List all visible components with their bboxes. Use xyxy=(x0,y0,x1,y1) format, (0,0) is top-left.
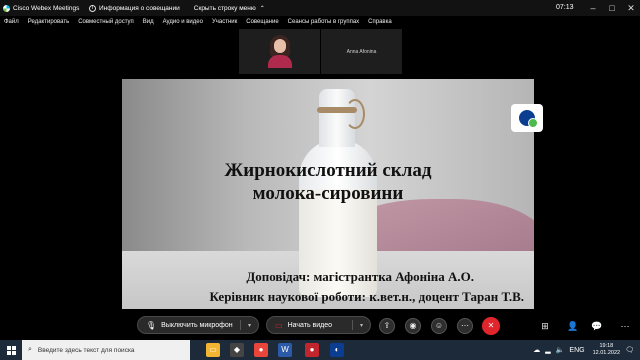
participant-video-tile[interactable] xyxy=(239,29,320,74)
participant-video xyxy=(268,35,292,68)
weather-icon[interactable]: ☁ xyxy=(533,346,540,354)
taskbar-time: 19:18 xyxy=(599,343,614,349)
mute-label: Выключить микрофон xyxy=(161,321,233,329)
file-explorer-icon[interactable]: ▭ xyxy=(206,343,220,357)
webex-logo-icon xyxy=(3,4,10,12)
app-icon-red[interactable]: ● xyxy=(305,343,319,357)
meeting-controls: 🎙 Выключить микрофон ▾ ▭ Начать видео ▾ … xyxy=(0,311,640,339)
record-icon[interactable]: ◉ xyxy=(405,318,421,334)
chrome-icon[interactable]: ● xyxy=(254,343,268,357)
camera-icon: ▭ xyxy=(275,320,283,330)
word-icon[interactable]: W xyxy=(278,343,292,357)
menu-help[interactable]: Справка xyxy=(368,19,392,25)
apps-icon[interactable]: ⊞ xyxy=(538,319,552,333)
reactions-icon[interactable]: ☺ xyxy=(431,318,447,334)
slide-title: Жирнокислотний склад молока-сировини xyxy=(122,159,534,205)
menu-share[interactable]: Совместный доступ xyxy=(78,19,134,25)
slide-supervisor: Керівник наукової роботи: к.вет.н., доце… xyxy=(209,289,525,304)
menu-breakout[interactable]: Сеансы работы в группах xyxy=(288,19,360,25)
menu-view[interactable]: Вид xyxy=(143,19,154,25)
network-icon[interactable]: ▂ xyxy=(545,346,550,354)
slide-title-line1: Жирнокислотний склад xyxy=(224,160,432,181)
volume-icon[interactable]: 🔈 xyxy=(556,346,565,354)
menu-bar: Файл Редактировать Совместный доступ Вид… xyxy=(0,16,640,28)
notifications-icon[interactable]: 🗨 xyxy=(625,346,634,354)
menu-edit[interactable]: Редактировать xyxy=(28,19,69,25)
taskbar-clock[interactable]: 19:18 12.01.2022 xyxy=(593,343,621,357)
chevron-down-icon[interactable]: ▾ xyxy=(360,322,363,329)
app-icon[interactable]: ◆ xyxy=(230,343,244,357)
hide-menu-label: Скрыть строку меню xyxy=(193,4,256,12)
menu-file[interactable]: Файл xyxy=(4,19,19,25)
participant-tile-anna[interactable]: Anna Afonina xyxy=(321,29,402,74)
share-icon[interactable]: ⇪ xyxy=(379,318,395,334)
start-video-button[interactable]: ▭ Начать видео ▾ xyxy=(266,316,371,334)
maximize-icon[interactable]: □ xyxy=(605,1,619,15)
microphone-icon: 🎙 xyxy=(146,320,157,330)
participant-name: Anna Afonina xyxy=(346,48,377,55)
mute-button[interactable]: 🎙 Выключить микрофон ▾ xyxy=(137,316,259,334)
meeting-clock: 07:13 xyxy=(556,4,574,11)
video-label: Начать видео xyxy=(287,321,333,329)
search-placeholder: Введите здесь текст для поиска xyxy=(37,346,135,354)
participants-icon[interactable]: 👤 xyxy=(566,319,580,333)
slide-title-line2: молока-сировини xyxy=(252,183,404,204)
webex-taskbar-icon[interactable]: ◐ xyxy=(330,343,344,357)
windows-start-icon[interactable] xyxy=(0,340,22,360)
menu-participant[interactable]: Участник xyxy=(212,19,237,25)
language-indicator[interactable]: ENG xyxy=(569,347,584,354)
taskbar-search[interactable]: ⌕ Введите здесь текст для поиска xyxy=(22,340,190,360)
more-options-icon[interactable]: ⋯ xyxy=(618,319,632,333)
title-bar: Cisco Webex Meetings i Информация о сове… xyxy=(0,0,640,16)
chat-icon[interactable]: 💬 xyxy=(590,319,604,333)
close-icon[interactable]: ✕ xyxy=(624,1,638,15)
hide-menu-button[interactable]: Скрыть строку меню ⌃ xyxy=(194,5,265,12)
meeting-info-button[interactable]: i Информация о совещании xyxy=(89,4,180,12)
end-call-icon[interactable]: ✕ xyxy=(482,317,500,335)
info-icon: i xyxy=(89,4,96,12)
shared-slide: Жирнокислотний склад молока-сировини Доп… xyxy=(122,79,534,309)
menu-audio-video[interactable]: Аудио и видео xyxy=(163,19,203,25)
taskbar-date: 12.01.2022 xyxy=(592,350,621,356)
app-title-group: Cisco Webex Meetings xyxy=(3,4,83,12)
chevron-up-icon: ⌃ xyxy=(259,5,265,12)
chevron-down-icon[interactable]: ▾ xyxy=(248,322,251,329)
menu-meeting[interactable]: Совещание xyxy=(246,19,278,25)
meeting-info-label: Информация о совещании xyxy=(99,4,180,12)
search-icon: ⌕ xyxy=(28,346,32,353)
minimize-icon[interactable]: – xyxy=(586,1,600,15)
webex-floating-icon[interactable] xyxy=(511,104,543,132)
slide-reporter: Доповідач: магістрантка Афоніна А.О. xyxy=(246,269,474,284)
webex-logo-icon xyxy=(519,110,538,128)
system-tray: ☁ ▂ 🔈 ENG 19:18 12.01.2022 🗨 xyxy=(528,340,634,360)
app-title: Cisco Webex Meetings xyxy=(13,4,80,12)
more-icon[interactable]: ⋯ xyxy=(457,318,473,334)
